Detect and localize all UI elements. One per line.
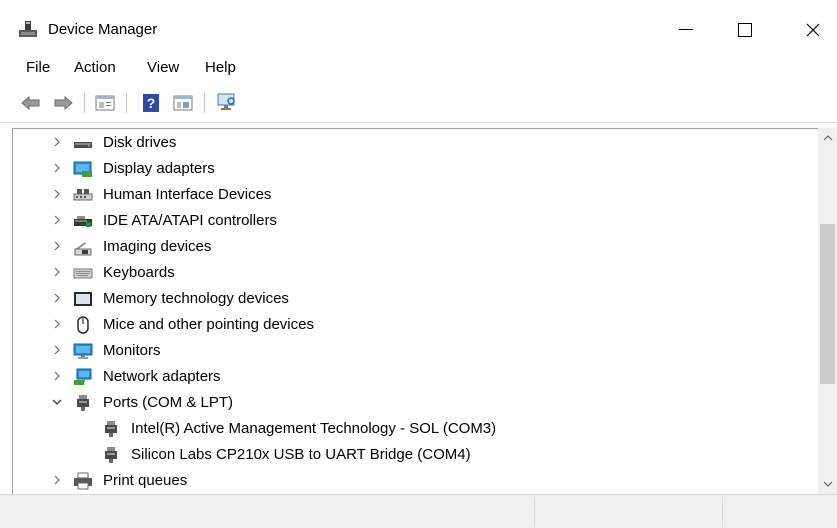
- status-separator: [534, 497, 535, 527]
- tree-item-label: Network adapters: [103, 368, 221, 385]
- mouse-icon: [77, 316, 89, 334]
- tree-item-keyboards[interactable]: Keyboards: [13, 260, 818, 286]
- printer-icon: [74, 472, 92, 490]
- chevron-right-icon[interactable]: [51, 370, 63, 382]
- tree-item-label: Imaging devices: [103, 238, 212, 255]
- device-manager-icon: [18, 19, 38, 39]
- tree-item-monitors[interactable]: Monitors: [13, 338, 818, 364]
- scan-hardware-icon[interactable]: [216, 92, 238, 114]
- tree-item-label: Keyboards: [103, 264, 175, 281]
- port-icon: [105, 447, 117, 463]
- tree-item-label: Ports (COM & LPT): [103, 394, 234, 411]
- tree-item-label: Silicon Labs CP210x USB to UART Bridge (…: [131, 446, 471, 463]
- properties-icon[interactable]: [94, 92, 116, 114]
- tree-item-label: Monitors: [103, 342, 161, 359]
- chevron-right-icon[interactable]: [51, 474, 63, 486]
- tree-item-label: IDE ATA/ATAPI controllers: [103, 212, 277, 229]
- update-driver-icon[interactable]: [172, 92, 194, 114]
- tree-item-label: Print queues: [103, 472, 188, 489]
- chevron-right-icon[interactable]: [51, 318, 63, 330]
- chevron-right-icon[interactable]: [51, 214, 63, 226]
- chevron-right-icon[interactable]: [51, 266, 63, 278]
- chevron-down-icon: [823, 481, 832, 487]
- forward-icon[interactable]: [52, 92, 74, 114]
- svg-text:?: ?: [147, 95, 156, 111]
- tree-item-network-adapters[interactable]: Network adapters: [13, 364, 818, 390]
- status-separator: [722, 497, 723, 527]
- minimize-button[interactable]: [663, 10, 709, 50]
- status-bar: [0, 494, 837, 528]
- keyboard-icon: [73, 268, 93, 279]
- display-adapter-icon: [73, 161, 92, 177]
- toolbar-separator: [126, 93, 127, 113]
- chevron-right-icon[interactable]: [51, 240, 63, 252]
- scroll-thumb[interactable]: [820, 224, 835, 384]
- tree-item-label: Intel(R) Active Management Technology - …: [131, 420, 497, 437]
- maximize-button[interactable]: [722, 10, 768, 50]
- vertical-scrollbar[interactable]: [818, 128, 837, 494]
- tree-item-label: Disk drives: [103, 134, 177, 151]
- network-adapter-icon: [74, 368, 92, 385]
- chevron-right-icon[interactable]: [51, 188, 63, 200]
- tree-item-label: Mice and other pointing devices: [103, 316, 314, 333]
- tree-item-human-interface-devices[interactable]: Human Interface Devices: [13, 182, 818, 208]
- chevron-right-icon[interactable]: [51, 292, 63, 304]
- toolbar-separator: [84, 93, 85, 113]
- close-button[interactable]: [790, 10, 836, 50]
- device-tree: Disk drives Display adapters Human Inter…: [12, 128, 818, 495]
- tree-item-silicon-labs-cp210x[interactable]: Silicon Labs CP210x USB to UART Bridge (…: [13, 442, 818, 468]
- imaging-device-icon: [74, 242, 92, 256]
- menu-bar: File Action View Help: [0, 52, 837, 84]
- scroll-up-button[interactable]: [818, 128, 837, 148]
- tree-item-imaging-devices[interactable]: Imaging devices: [13, 234, 818, 260]
- chevron-right-icon[interactable]: [51, 162, 63, 174]
- port-icon: [77, 395, 89, 411]
- scroll-down-button[interactable]: [818, 474, 837, 494]
- chevron-down-icon[interactable]: [51, 396, 63, 408]
- chevron-right-icon[interactable]: [51, 136, 63, 148]
- tree-item-mice[interactable]: Mice and other pointing devices: [13, 312, 818, 338]
- tree-item-disk-drives[interactable]: Disk drives: [13, 130, 818, 156]
- monitor-icon: [73, 343, 93, 359]
- tree-item-print-queues[interactable]: Print queues: [13, 468, 818, 494]
- window-title: Device Manager: [48, 21, 158, 38]
- tree-item-label: Human Interface Devices: [103, 186, 272, 203]
- menu-action[interactable]: Action: [74, 59, 116, 76]
- chevron-right-icon[interactable]: [51, 344, 63, 356]
- tree-item-intel-amt-sol[interactable]: Intel(R) Active Management Technology - …: [13, 416, 818, 442]
- title-bar: Device Manager: [0, 0, 837, 52]
- back-icon[interactable]: [20, 92, 42, 114]
- tree-item-ports[interactable]: Ports (COM & LPT): [13, 390, 818, 416]
- port-icon: [105, 421, 117, 437]
- disk-drive-icon: [74, 142, 92, 148]
- toolbar: ?: [0, 84, 837, 123]
- chevron-up-icon: [823, 135, 832, 141]
- memory-device-icon: [74, 292, 92, 306]
- help-icon[interactable]: ?: [140, 92, 162, 114]
- tree-item-label: Memory technology devices: [103, 290, 289, 307]
- tree-item-memory-technology-devices[interactable]: Memory technology devices: [13, 286, 818, 312]
- menu-help[interactable]: Help: [205, 59, 236, 76]
- menu-view[interactable]: View: [147, 59, 179, 76]
- menu-file[interactable]: File: [26, 59, 50, 76]
- tree-item-display-adapters[interactable]: Display adapters: [13, 156, 818, 182]
- tree-item-ide-controllers[interactable]: IDE ATA/ATAPI controllers: [13, 208, 818, 234]
- tree-item-label: Display adapters: [103, 160, 215, 177]
- toolbar-separator: [204, 93, 205, 113]
- hid-icon: [73, 189, 93, 201]
- ide-controller-icon: [74, 216, 92, 227]
